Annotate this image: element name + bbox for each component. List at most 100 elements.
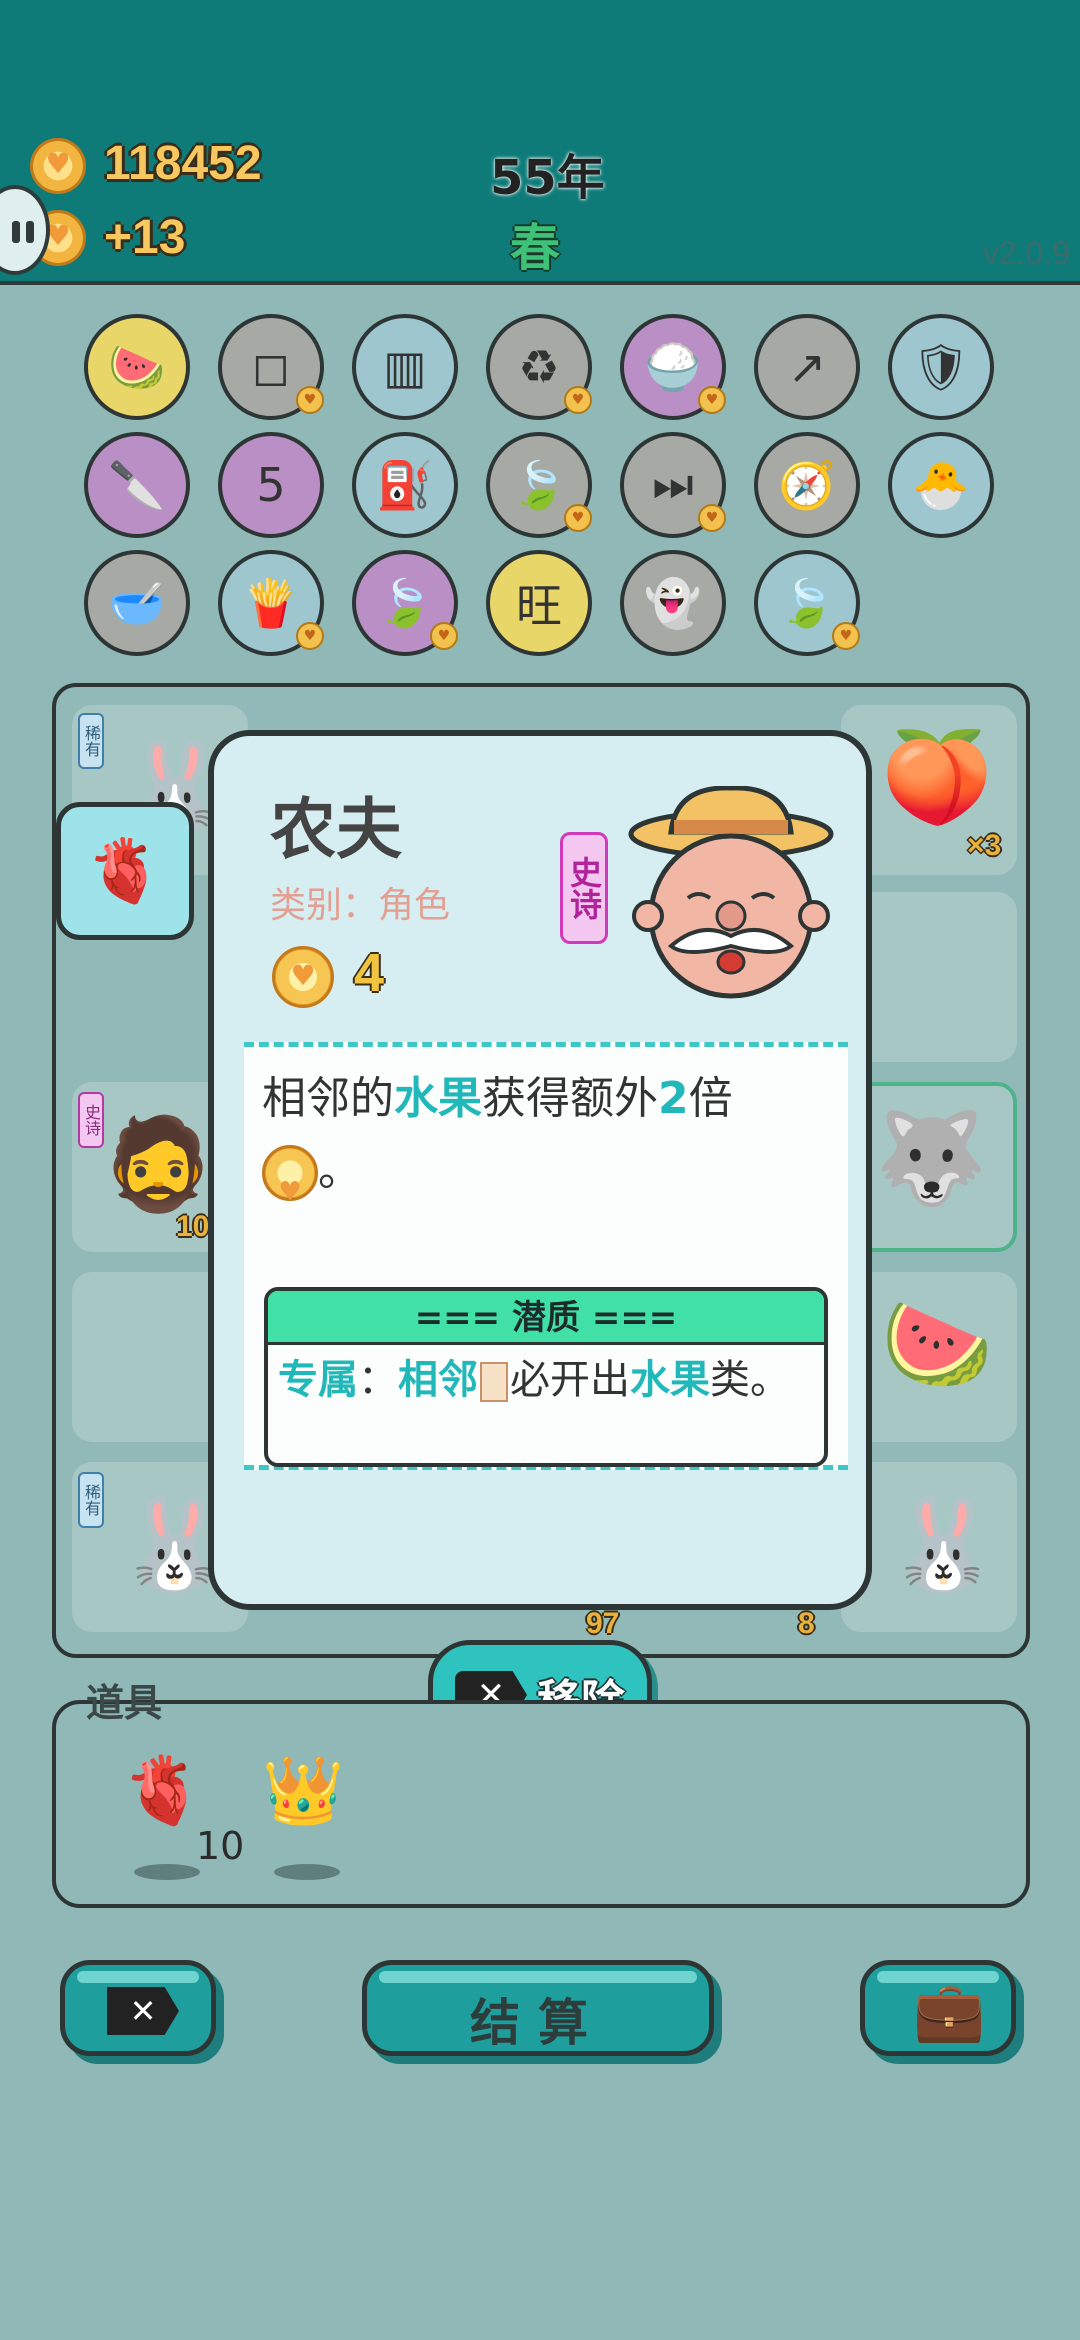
potential-colon: ： — [358, 1357, 398, 1403]
potential-box: === 潜质 === 专属：相邻 必开出水果类。 — [264, 1287, 828, 1467]
coin-mini-icon: ♥ — [832, 622, 860, 650]
relic-glyph: 旺 — [516, 579, 562, 633]
fruit-basket-icon[interactable]: 🍉 — [84, 314, 190, 420]
farmer-portrait — [628, 786, 834, 999]
relic-glyph: ⛽ — [376, 457, 434, 512]
coin-icon — [262, 1145, 318, 1228]
cell-count: 8 — [798, 1607, 815, 1640]
desc-text: 。 — [318, 1145, 362, 1196]
symbol-value: 4 — [354, 943, 385, 1003]
wrench-shield-icon[interactable]: 🛡 — [888, 314, 994, 420]
settle-label: 结算 — [470, 1994, 606, 2052]
description-text: 相邻的水果获得额外2倍 。 — [262, 1063, 828, 1228]
relic-glyph: 👻 — [644, 575, 702, 630]
cell-count: 97 — [586, 1607, 620, 1640]
cell-count: ×3 — [967, 829, 1002, 862]
relic-glyph: 🍟 — [242, 575, 300, 630]
skirt-icon[interactable]: ▥ — [352, 314, 458, 420]
potential-text-mid: 必开出 — [510, 1357, 630, 1403]
cell-count: 10 — [176, 1210, 210, 1243]
relic-glyph: 🍃 — [778, 575, 836, 630]
coin-total: 118452 — [104, 137, 262, 190]
relic-glyph: ⏭ — [652, 457, 694, 511]
relic-glyph: 🥣 — [108, 575, 166, 630]
chick-egg-icon[interactable]: 🐣 — [888, 432, 994, 538]
potential-keyword: 相邻 — [398, 1357, 478, 1403]
peach-icon: 🍑 — [881, 725, 994, 830]
income-value: +13 — [104, 211, 186, 264]
item-shadow — [134, 1864, 200, 1880]
season-label: 春 — [510, 219, 560, 277]
leaf-icon[interactable]: 🍃 ♥ — [754, 550, 860, 656]
liver-icon[interactable]: 🫀 — [122, 1752, 204, 1830]
relic-glyph: 🧭 — [778, 457, 836, 512]
relic-glyph: 🍃 — [376, 575, 434, 630]
coin-icon — [30, 138, 86, 194]
potential-label: 专属 — [278, 1357, 358, 1403]
inventory-button[interactable]: 💼 — [860, 1960, 1016, 2056]
relic-glyph: ♻ — [518, 340, 560, 394]
rarity-tag: 稀有 — [78, 1472, 104, 1528]
item-count: 10 — [196, 1824, 245, 1868]
crown-icon[interactable]: 👑 — [262, 1752, 344, 1830]
relic-glyph: 5 — [256, 458, 286, 512]
relic-glyph: ◻ — [251, 340, 291, 394]
version-label: v2.0.9 — [982, 235, 1070, 271]
potential-keyword: 水果 — [630, 1357, 710, 1403]
relic-glyph: 🐣 — [912, 457, 970, 512]
dog-bowl-icon[interactable]: 🥣 — [84, 550, 190, 656]
adjacent-card-icon — [480, 1362, 508, 1402]
desc-text: 相邻的 — [262, 1073, 394, 1124]
rabbit-icon: 🐰 — [887, 1492, 1000, 1597]
coin-mini-icon: ♥ — [564, 386, 592, 414]
watermelon-icon: 🍉 — [881, 1292, 994, 1397]
desc-keyword: 水果 — [394, 1073, 482, 1124]
rarity-tag: 稀有 — [78, 713, 104, 769]
selected-item-liver[interactable]: 🫀 — [56, 802, 194, 940]
potential-text: 专属：相邻 必开出水果类。 — [268, 1345, 824, 1415]
calendar-icon[interactable]: 5 — [218, 432, 324, 538]
relic-glyph: 🛡 — [911, 339, 971, 394]
leaf-icon[interactable]: 🍃 ♥ — [352, 550, 458, 656]
remove-mode-button[interactable]: ✕ — [60, 1960, 216, 2056]
year-label: 55年 — [490, 150, 605, 206]
coin-icon — [272, 946, 334, 1008]
coin-mini-icon: ♥ — [698, 386, 726, 414]
wang-tile-icon[interactable]: 旺 — [486, 550, 592, 656]
coin-mini-icon: ♥ — [296, 622, 324, 650]
cleaver-icon[interactable]: 🔪 — [84, 432, 190, 538]
desc-text: 倍 — [688, 1073, 733, 1124]
top-bar: 118452 +13 55年 春 v2.0.9 — [0, 0, 1080, 285]
husky-icon: 🐺 — [875, 1106, 988, 1211]
relic-glyph: 🔪 — [108, 457, 166, 512]
desc-number: 2 — [658, 1073, 689, 1124]
relic-glyph: 🍚 — [644, 339, 702, 394]
rarity-tag: 史诗 — [78, 1092, 104, 1148]
symbol-detail-card: 农夫 类别：角色 史诗 4 相邻的水果获得额外2倍 。 === 潜质 === 专… — [208, 730, 872, 1610]
close-icon: ✕ — [107, 1987, 179, 2035]
description-box: 相邻的水果获得额外2倍 。 === 潜质 === 专属：相邻必开出水果类。 — [244, 1042, 848, 1470]
relic-glyph: 🍉 — [108, 339, 166, 394]
settle-button[interactable]: 结算 — [362, 1960, 714, 2056]
leaf-icon[interactable]: 🍃 ♥ — [486, 432, 592, 538]
item-shadow — [274, 1864, 340, 1880]
ghost-icon[interactable]: 👻 — [620, 550, 726, 656]
compass-icon[interactable]: 🧭 — [754, 432, 860, 538]
skip-icon[interactable]: ⏭ ♥ — [620, 432, 726, 538]
sugar-cubes-icon[interactable]: ◻ ♥ — [218, 314, 324, 420]
rice-bowl-icon[interactable]: 🍚 ♥ — [620, 314, 726, 420]
rarity-badge: 史诗 — [560, 832, 608, 944]
potential-title: === 潜质 === — [268, 1291, 824, 1345]
symbol-name: 农夫 — [270, 791, 402, 868]
coin-mini-icon: ♥ — [296, 386, 324, 414]
briefcase-icon: 💼 — [913, 1977, 986, 2045]
recycle-icon[interactable]: ♻ ♥ — [486, 314, 592, 420]
desc-text: 获得额外 — [482, 1073, 658, 1124]
liver-icon: 🫀 — [86, 834, 164, 907]
fries-icon[interactable]: 🍟 ♥ — [218, 550, 324, 656]
items-panel: 🫀 10 👑 — [52, 1700, 1030, 1908]
pump-icon[interactable]: ⛽ — [352, 432, 458, 538]
relic-glyph: ▥ — [383, 340, 427, 394]
bearded-man-icon: 🧔 — [102, 1112, 215, 1217]
arrow-card-icon[interactable]: ↗ — [754, 314, 860, 420]
